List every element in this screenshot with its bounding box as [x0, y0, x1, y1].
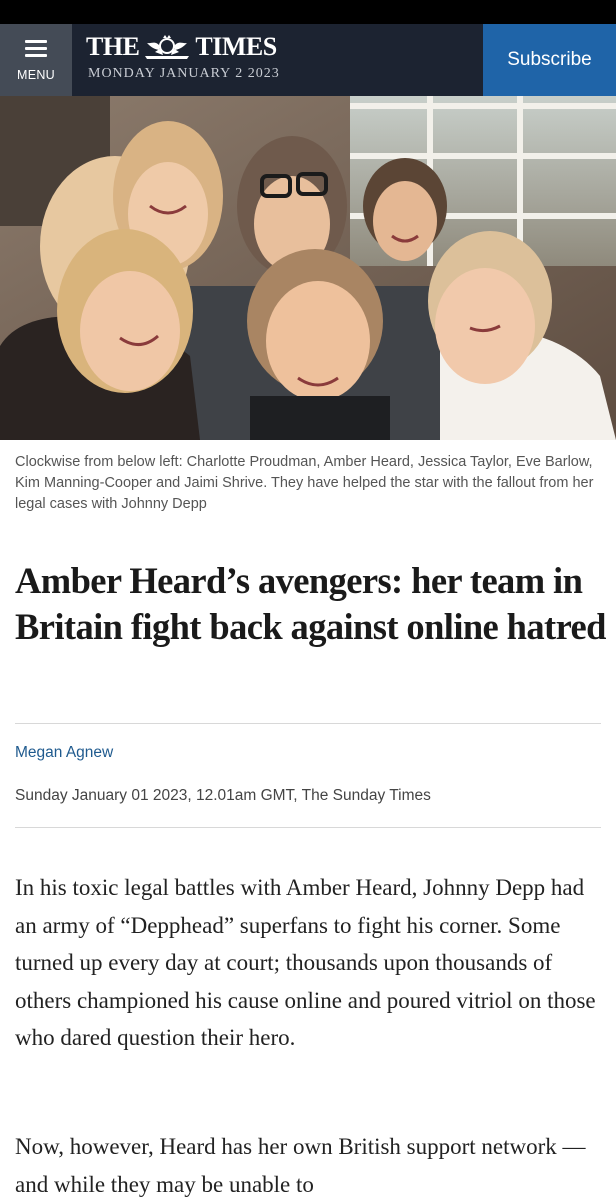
article-headline: Amber Heard’s avengers: her team in Brit… [15, 560, 606, 647]
menu-label: MENU [16, 68, 55, 82]
article-paragraph: Now, however, Heard has her own British … [15, 1134, 586, 1197]
article-paragraph: In his toxic legal battles with Amber He… [15, 875, 596, 1050]
divider [15, 827, 601, 828]
author-link[interactable]: Megan Agnew [15, 744, 113, 762]
masthead: MENU THE TIMES MONDAY JANUARY 2 2023 Sub… [0, 24, 616, 96]
hamburger-icon [25, 40, 47, 58]
publish-date: Sunday January 01 2023, 12.01am GMT, The… [15, 787, 431, 804]
group-photo-illustration [0, 96, 616, 440]
logo-text-the: THE [86, 32, 140, 61]
divider [15, 723, 601, 724]
the-times-logo[interactable]: THE TIMES [86, 32, 277, 61]
menu-button[interactable]: MENU [0, 24, 72, 96]
edition-date: MONDAY JANUARY 2 2023 [88, 66, 280, 81]
photo-caption: Clockwise from below left: Charlotte Pro… [15, 454, 594, 512]
logo-text-times: TIMES [195, 32, 277, 61]
status-bar [0, 0, 616, 24]
subscribe-button[interactable]: Subscribe [483, 24, 616, 96]
royal-crest-icon [145, 35, 190, 59]
hero-photo [0, 96, 616, 440]
